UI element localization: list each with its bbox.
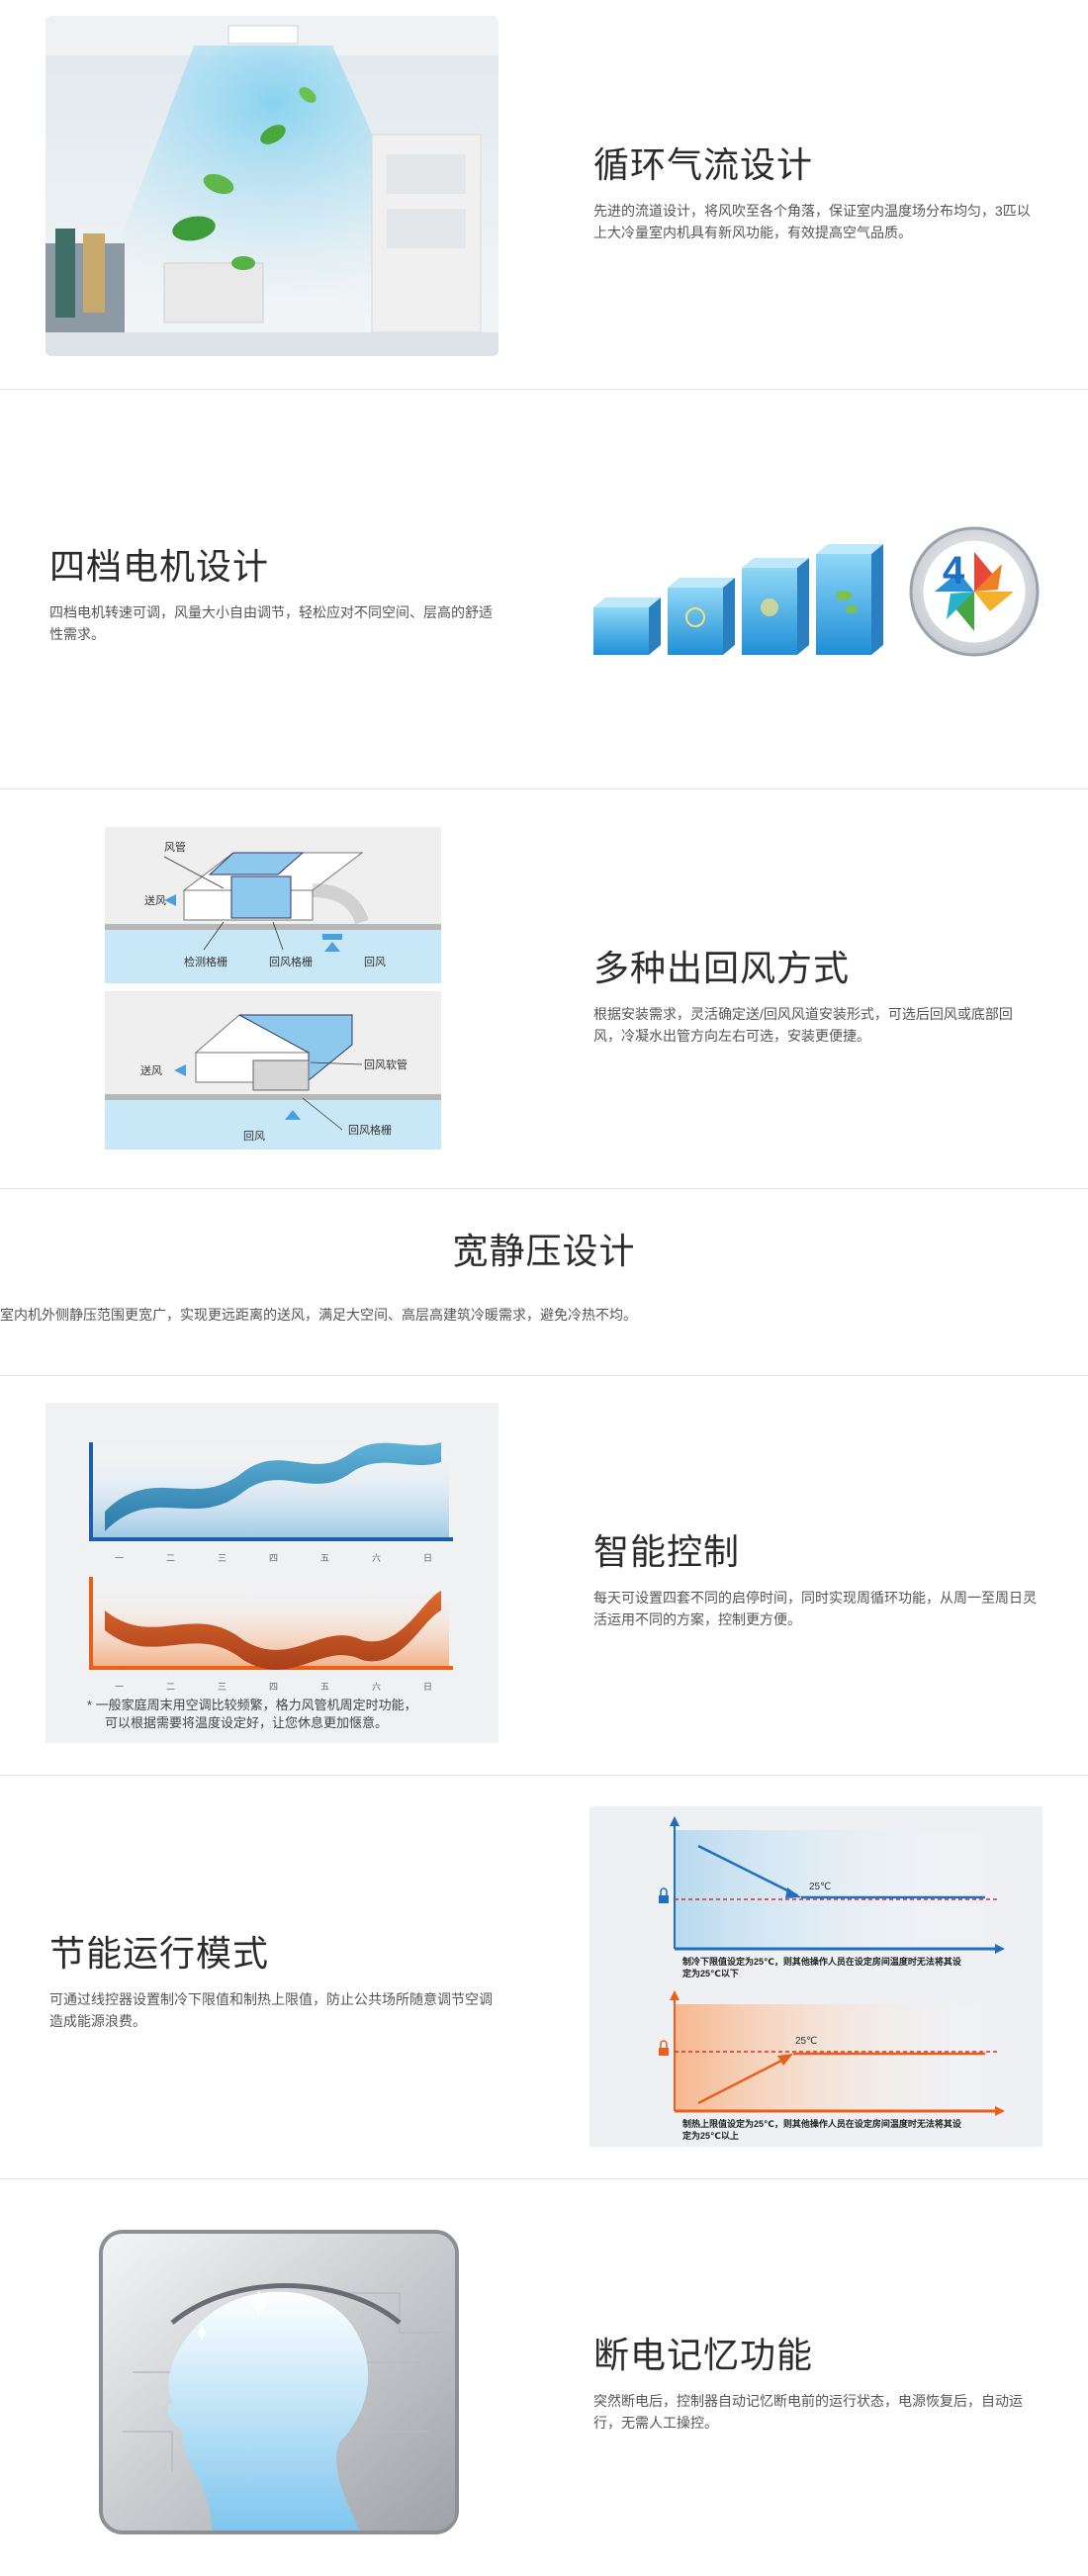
lock-icon <box>659 1887 669 1903</box>
cool-caption-line1: 制冷下限值设定为25℃，则其他操作人员在设定房间温度时无法将其设 <box>682 1956 962 1967</box>
label-supply-bottom: 送风 <box>140 1063 162 1077</box>
cube-speed-2 <box>668 578 735 655</box>
label-grille-check: 检测格栅 <box>184 955 227 968</box>
svg-text:4: 4 <box>943 549 965 593</box>
section-desc-memory: 突然断电后，控制器自动记忆断电前的运行状态，电源恢复后，自动运行，无需人工操控。 <box>593 2393 1023 2431</box>
divider <box>0 788 1088 789</box>
airflow-illustration <box>45 16 499 356</box>
label-return-bottom: 回风 <box>243 1130 265 1143</box>
section-desc-pressure: 室内机外侧静压范围更宽广，实现更远距离的送风，满足大空间、高层高建筑冷暖需求，避… <box>0 1307 637 1323</box>
smart-note-line2: 可以根据需要将温度设定好，让您休息更加惬意。 <box>105 1715 388 1730</box>
section-desc-smart: 每天可设置四套不同的启停时间，同时实现周循环功能，从周一至周日灵活运用不同的方案… <box>593 1590 1037 1627</box>
section-title-memory: 断电记忆功能 <box>593 2335 814 2375</box>
label-return-top: 回风 <box>364 956 386 968</box>
divider <box>0 2178 1088 2179</box>
weekly-wave-illustration: 一 二 三 四 五 六 日 一 二 三 四 五 六 日 * 一般家庭周末用空调比… <box>87 1442 453 1730</box>
temperature-limit-illustration: 25℃ 制冷下限值设定为25℃，则其他操作人员在设定房间温度时无法将其设 定为2… <box>659 1816 1005 2141</box>
svg-text:五: 五 <box>320 1682 329 1692</box>
section-title-pressure: 宽静压设计 <box>452 1231 636 1271</box>
section-desc-energy: 可通过线控器设置制冷下限值和制热上限值，防止公共场所随意调节空调造成能源浪费。 <box>49 1991 493 2029</box>
svg-text:六: 六 <box>372 1681 381 1692</box>
label-soft-duct: 回风软管 <box>364 1058 408 1071</box>
memory-image <box>99 2230 459 2534</box>
cube-speed-4 <box>816 544 883 655</box>
divider <box>0 389 1088 390</box>
return-air-diagram: 风管 送风 检测格栅 回风格栅 回风 送风 回风软管 回风 回风格栅 <box>105 827 441 1150</box>
svg-text:一: 一 <box>115 1553 124 1563</box>
section-title-motor: 四档电机设计 <box>49 546 270 587</box>
svg-text:三: 三 <box>218 1553 227 1563</box>
label-supply-top: 送风 <box>144 893 166 907</box>
airflow-image <box>45 16 499 356</box>
label-duct: 风管 <box>164 840 186 854</box>
label-grille-return-bottom: 回风格栅 <box>348 1123 392 1137</box>
label-grille-return-top: 回风格栅 <box>269 955 313 968</box>
svg-text:三: 三 <box>218 1682 227 1692</box>
svg-text:四: 四 <box>269 1553 278 1563</box>
smart-control-image: 一 二 三 四 五 六 日 一 二 三 四 五 六 日 * 一般家庭周末用空调比… <box>45 1403 499 1743</box>
return-air-illustration: 风管 送风 检测格栅 回风格栅 回风 送风 回风软管 回风 回风格栅 <box>105 827 441 1150</box>
product-feature-page: 循环气流设计 先进的流道设计，将风吹至各个角落，保证室内温度场分布均匀，3匹以上… <box>0 0 1088 2576</box>
cool-temp-label: 25℃ <box>809 1882 831 1892</box>
section-title-smart: 智能控制 <box>593 1531 741 1572</box>
four-speed-badge-icon: 4 <box>909 526 1040 657</box>
cube-speed-1 <box>593 598 661 655</box>
smart-note-line1: * 一般家庭周末用空调比较频繁，格力风管机周定时功能， <box>87 1698 417 1712</box>
section-desc-airflow: 先进的流道设计，将风吹至各个角落，保证室内温度场分布均匀，3匹以上大冷量室内机具… <box>593 203 1031 240</box>
divider <box>0 1375 1088 1376</box>
lock-icon <box>659 2040 669 2056</box>
motor-speed-image: 4 <box>589 526 1043 665</box>
divider <box>0 1188 1088 1189</box>
heat-temp-label: 25℃ <box>795 2036 817 2047</box>
motor-cubes-illustration: 4 <box>593 526 1040 657</box>
heat-caption-line2: 定为25℃以上 <box>681 2130 739 2141</box>
heat-caption-line1: 制热上限值设定为25℃，则其他操作人员在设定房间温度时无法将其设 <box>682 2118 962 2129</box>
energy-limit-image: 25℃ 制冷下限值设定为25℃，则其他操作人员在设定房间温度时无法将其设 定为2… <box>589 1806 1043 2147</box>
svg-text:五: 五 <box>320 1553 329 1563</box>
section-title-return: 多种出回风方式 <box>593 948 851 988</box>
day-axis-bottom: 一 二 三 四 五 六 日 <box>115 1681 432 1692</box>
svg-text:二: 二 <box>166 1682 175 1692</box>
svg-text:六: 六 <box>372 1552 381 1563</box>
day-axis-top: 一 二 三 四 五 六 日 <box>115 1552 432 1563</box>
svg-text:四: 四 <box>269 1682 278 1692</box>
svg-text:日: 日 <box>423 1682 432 1692</box>
svg-text:一: 一 <box>115 1682 124 1692</box>
section-desc-return: 根据安装需求，灵活确定送/回风风道安装形式，可选后回风或底部回风，冷凝水出管方向… <box>593 1006 1013 1044</box>
cool-caption-line2: 定为25℃以下 <box>681 1968 739 1978</box>
section-title-energy: 节能运行模式 <box>49 1933 270 1974</box>
svg-text:二: 二 <box>166 1553 175 1563</box>
memory-head-illustration <box>103 2234 455 2530</box>
section-desc-motor: 四档电机转速可调，风量大小自由调节，轻松应对不同空间、层高的舒适性需求。 <box>49 604 493 642</box>
svg-text:日: 日 <box>423 1553 432 1563</box>
section-title-airflow: 循环气流设计 <box>593 144 814 185</box>
divider <box>0 1775 1088 1776</box>
cube-speed-3 <box>742 558 809 655</box>
